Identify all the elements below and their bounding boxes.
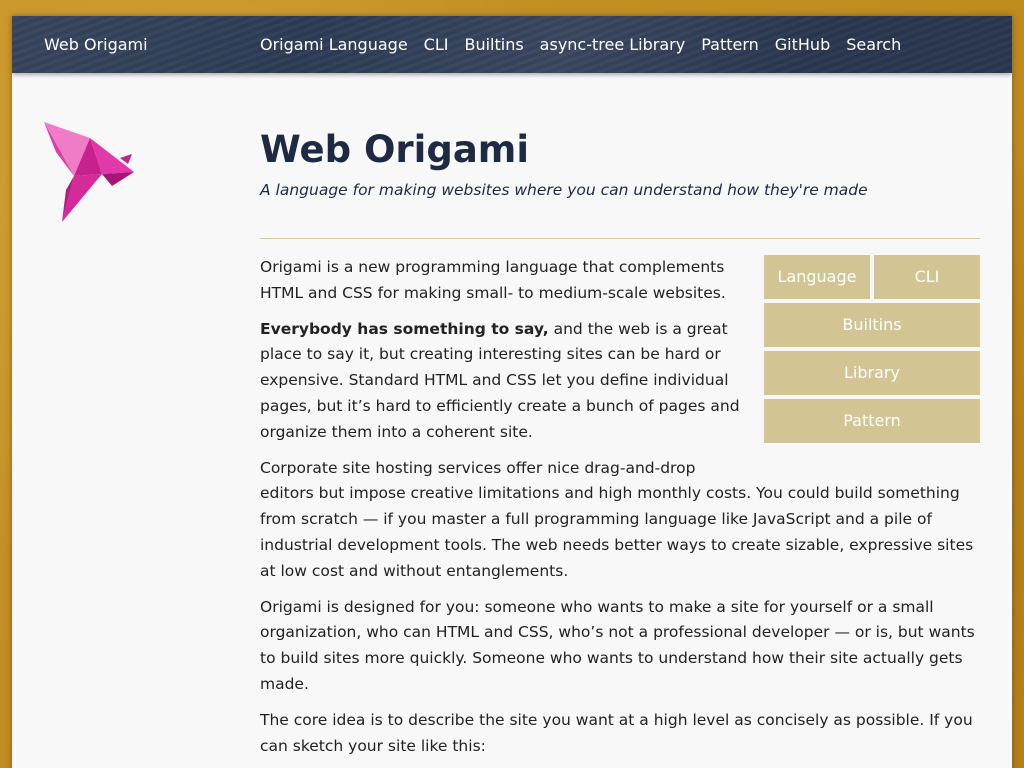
quicknav-row: Language CLI bbox=[764, 255, 980, 299]
nav-link-origami-language[interactable]: Origami Language bbox=[260, 35, 408, 55]
top-navigation: Web Origami Origami Language CLI Builtin… bbox=[12, 16, 1012, 73]
nav-links: Origami Language CLI Builtins async-tree… bbox=[260, 35, 901, 55]
page-title: Web Origami bbox=[260, 128, 530, 171]
quicknav-cli-button[interactable]: CLI bbox=[874, 255, 980, 299]
nav-link-builtins[interactable]: Builtins bbox=[464, 35, 523, 55]
main-content: Web Origami A language for making websit… bbox=[260, 128, 980, 768]
page-frame: Web Origami Origami Language CLI Builtin… bbox=[12, 16, 1012, 768]
origami-bird-icon bbox=[40, 118, 140, 228]
divider bbox=[260, 238, 980, 239]
nav-link-github[interactable]: GitHub bbox=[775, 35, 830, 55]
nav-link-pattern[interactable]: Pattern bbox=[701, 35, 759, 55]
paragraph-audience: Origami is designed for you: someone who… bbox=[260, 597, 975, 693]
paragraph-corporate: Corporate site hosting services offer ni… bbox=[260, 458, 974, 580]
quick-navigation: Language CLI Builtins Library Pattern bbox=[764, 255, 980, 447]
quicknav-builtins-button[interactable]: Builtins bbox=[764, 303, 980, 347]
site-title-link[interactable]: Web Origami bbox=[44, 35, 148, 55]
quicknav-pattern-button[interactable]: Pattern bbox=[764, 399, 980, 443]
quicknav-library-button[interactable]: Library bbox=[764, 351, 980, 395]
paragraph-emphasis: Everybody has something to say, bbox=[260, 319, 549, 338]
page-subtitle: A language for making websites where you… bbox=[260, 181, 868, 199]
nav-link-search[interactable]: Search bbox=[846, 35, 901, 55]
paragraph-core-idea: The core idea is to describe the site yo… bbox=[260, 710, 973, 755]
quicknav-language-button[interactable]: Language bbox=[764, 255, 870, 299]
nav-link-async-tree-library[interactable]: async-tree Library bbox=[540, 35, 686, 55]
nav-link-cli[interactable]: CLI bbox=[424, 35, 449, 55]
body-text: Language CLI Builtins Library Pattern Or… bbox=[260, 255, 980, 759]
